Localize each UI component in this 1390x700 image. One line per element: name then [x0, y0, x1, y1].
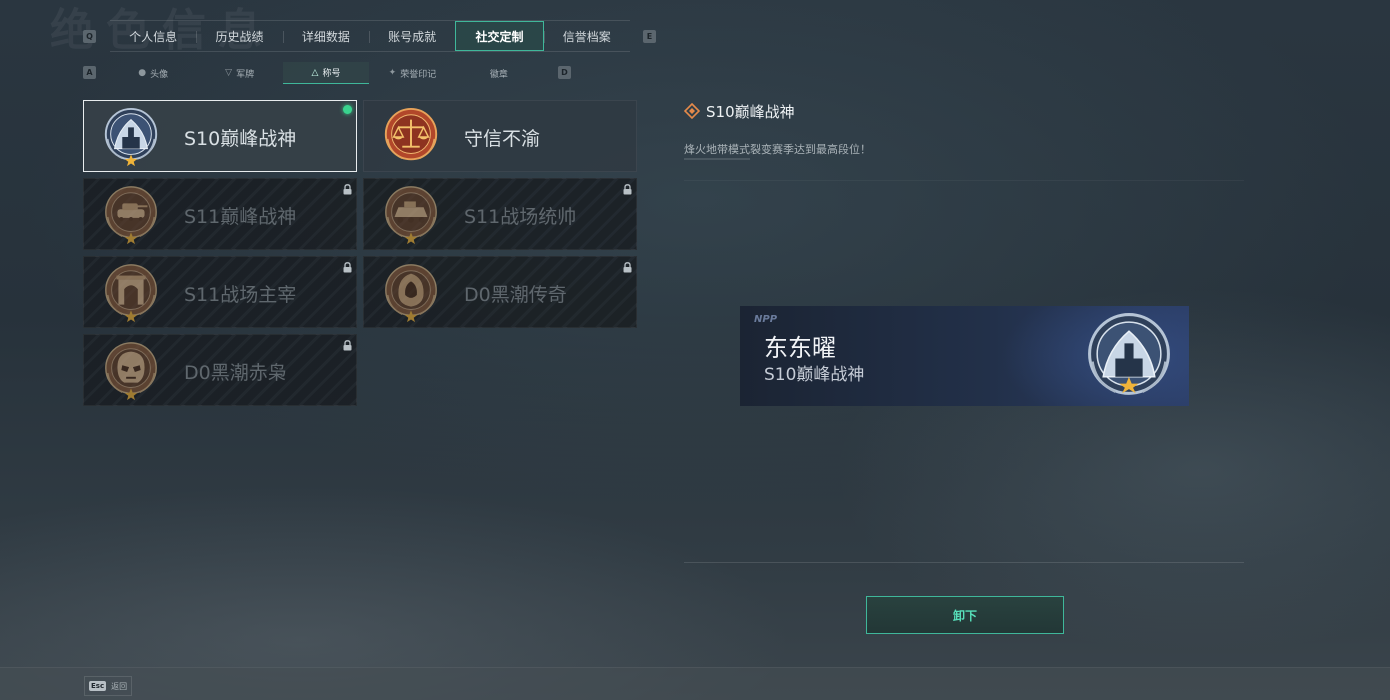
- equipped-indicator: [343, 105, 352, 114]
- title-card[interactable]: S11战场统帅: [363, 178, 637, 250]
- peak-warrior-badge: [104, 107, 158, 167]
- subtab-title-label: 称号: [322, 69, 341, 79]
- lock-icon: [623, 262, 632, 273]
- title-card-name: D0黑潮赤枭: [184, 361, 287, 384]
- next-subtab-key-hint: D: [558, 66, 571, 79]
- subtab-title[interactable]: △ 称号: [282, 62, 370, 84]
- subtab-honor-mark-label: 荣誉印记: [400, 69, 437, 80]
- tab-detailed-stats[interactable]: 详细数据: [282, 21, 369, 51]
- tab-personal-info[interactable]: 个人信息: [110, 21, 196, 51]
- preview-player-name: 东东曜: [764, 334, 836, 362]
- bottom-bar: [0, 667, 1390, 700]
- subtab-dogtag[interactable]: ▽ 军牌: [196, 62, 282, 84]
- arch-gate-badge: [105, 264, 157, 323]
- detail-divider: [684, 180, 1244, 181]
- title-card[interactable]: S11战场主宰: [83, 256, 357, 328]
- title-card[interactable]: S10巅峰战神: [83, 100, 357, 172]
- title-card-name: D0黑潮传奇: [464, 283, 567, 306]
- title-icon: △: [311, 67, 319, 78]
- subtab-avatar[interactable]: ● 头像: [110, 62, 196, 84]
- detail-title: S10巅峰战神: [706, 102, 795, 121]
- tab-social-customization[interactable]: 社交定制: [455, 21, 544, 51]
- tab-achievements[interactable]: 账号成就: [368, 21, 455, 51]
- tab-match-history[interactable]: 历史战绩: [196, 21, 282, 51]
- title-card-name: S11战场统帅: [464, 205, 577, 228]
- lock-icon: [343, 262, 352, 273]
- preview-title: S10巅峰战神: [764, 365, 865, 385]
- peak-warrior-badge: [1088, 313, 1170, 395]
- back-button[interactable]: Esc 返回: [84, 676, 133, 696]
- scales-of-justice-badge: [384, 107, 438, 161]
- title-card-name: S11巅峰战神: [184, 205, 297, 228]
- sub-tab-bar: ● 头像 ▽ 军牌 △ 称号 ✦ 荣誉印记 徽章: [110, 62, 542, 84]
- tank-badge: [105, 186, 157, 245]
- tab-credit-record[interactable]: 信誉档案: [543, 21, 630, 51]
- esc-key-hint: Esc: [89, 681, 107, 691]
- subtab-badge-label: 徽章: [489, 69, 508, 80]
- detail-description: 烽火地带模式裂变赛季达到最高段位！: [684, 143, 871, 156]
- user-icon: ●: [138, 68, 147, 78]
- honor-mark-icon: ✦: [388, 68, 397, 78]
- title-card[interactable]: 守信不渝: [363, 100, 637, 172]
- lock-icon: [623, 184, 632, 195]
- diamond-icon: [684, 103, 700, 119]
- detail-underline: [684, 158, 750, 160]
- title-card[interactable]: D0黑潮赤枭: [83, 334, 357, 406]
- subtab-dogtag-label: 军牌: [236, 69, 255, 80]
- top-tab-bar: 个人信息 历史战绩 详细数据 账号成就 社交定制 信誉档案: [110, 20, 630, 52]
- skull-mask-badge: [105, 342, 157, 401]
- unequip-button[interactable]: 卸下: [866, 596, 1064, 634]
- lock-icon: [343, 184, 352, 195]
- dogtag-icon: ▽: [225, 68, 233, 78]
- nameplate-preview: NPP 东东曜 S10巅峰战神: [740, 306, 1189, 406]
- hooded-figure-badge: [385, 264, 437, 323]
- prev-subtab-key-hint: A: [83, 66, 96, 79]
- subtab-avatar-label: 头像: [150, 69, 169, 80]
- prev-tab-key-hint: Q: [83, 30, 96, 43]
- subtab-badge[interactable]: 徽章: [456, 62, 542, 84]
- preview-tag: NPP: [754, 314, 778, 325]
- lock-icon: [343, 340, 352, 351]
- subtab-honor-mark[interactable]: ✦ 荣誉印记: [369, 62, 455, 84]
- title-card-name: 守信不渝: [464, 127, 541, 150]
- detail-header: S10巅峰战神: [684, 100, 795, 122]
- title-card-name: S11战场主宰: [184, 283, 297, 306]
- armored-vehicle-badge: [385, 186, 437, 245]
- back-label: 返回: [111, 681, 128, 691]
- title-card-name: S10巅峰战神: [184, 127, 297, 150]
- title-card[interactable]: S11巅峰战神: [83, 178, 357, 250]
- detail-bottom-line: [684, 562, 1244, 563]
- next-tab-key-hint: E: [643, 30, 656, 43]
- title-card[interactable]: D0黑潮传奇: [363, 256, 637, 328]
